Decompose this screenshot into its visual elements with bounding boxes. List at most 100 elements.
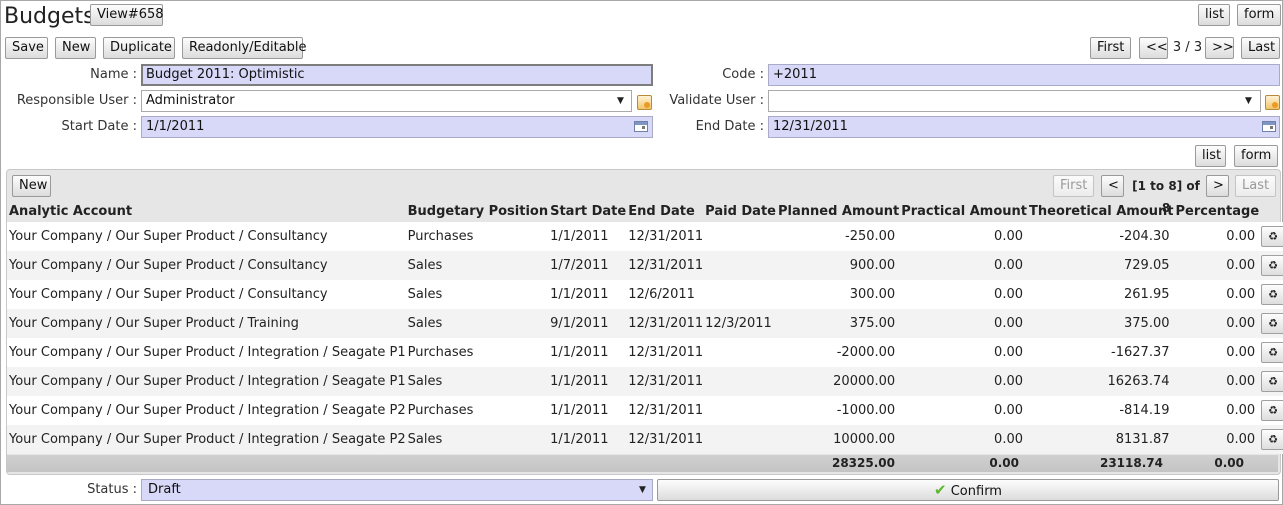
readonly-editable-button[interactable]: Readonly/Editable bbox=[182, 37, 307, 59]
lines-last-button[interactable]: Last bbox=[1235, 175, 1276, 197]
table-row[interactable]: Your Company / Our Super Product / Consu… bbox=[7, 280, 1283, 309]
table-row[interactable]: Your Company / Our Super Product / Consu… bbox=[7, 251, 1283, 280]
responsible-user-select[interactable]: Administrator bbox=[141, 90, 632, 112]
row-action-cell: ♻ bbox=[1259, 396, 1283, 425]
table-row[interactable]: Your Company / Our Super Product / Integ… bbox=[7, 396, 1283, 425]
total-percentage: 0.00 bbox=[1214, 456, 1244, 470]
table-cell: 1/1/2011 bbox=[548, 425, 627, 454]
form-view-button[interactable]: form bbox=[1237, 4, 1281, 26]
table-cell: 900.00 bbox=[776, 251, 900, 280]
table-cell: 261.95 bbox=[1027, 280, 1174, 309]
column-header[interactable]: Theoretical Amount bbox=[1027, 200, 1174, 222]
table-row[interactable]: Your Company / Our Super Product / Train… bbox=[7, 309, 1283, 338]
end-date-field[interactable]: 12/31/2011 bbox=[768, 116, 1280, 138]
table-cell: Sales bbox=[405, 425, 549, 454]
column-header-action bbox=[1259, 200, 1283, 222]
table-cell bbox=[703, 425, 776, 454]
column-header[interactable]: Analytic Account bbox=[7, 200, 406, 222]
table-cell bbox=[703, 338, 776, 367]
status-select[interactable]: Draft bbox=[141, 479, 653, 501]
new-button[interactable]: New bbox=[55, 37, 96, 59]
recycle-icon[interactable]: ♻ bbox=[1261, 342, 1283, 363]
table-row[interactable]: Your Company / Our Super Product / Integ… bbox=[7, 425, 1283, 454]
pager-next-button[interactable]: >> bbox=[1205, 37, 1234, 59]
search-icon[interactable] bbox=[637, 95, 652, 110]
table-cell: 0.00 bbox=[1173, 338, 1260, 367]
table-cell: 0.00 bbox=[899, 396, 1027, 425]
confirm-button[interactable]: ✔ Confirm bbox=[657, 479, 1279, 501]
table-cell: 0.00 bbox=[899, 222, 1027, 251]
table-cell: 0.00 bbox=[1173, 251, 1260, 280]
validate-user-select[interactable] bbox=[768, 90, 1261, 112]
list-view-button[interactable]: list bbox=[1198, 4, 1230, 26]
table-cell: Your Company / Our Super Product / Consu… bbox=[7, 280, 406, 309]
row-action-cell: ♻ bbox=[1259, 338, 1283, 367]
lines-prev-button[interactable]: < bbox=[1101, 175, 1124, 197]
confirm-label: Confirm bbox=[950, 484, 1002, 499]
row-action-cell: ♻ bbox=[1259, 367, 1283, 396]
row-action-cell: ♻ bbox=[1259, 222, 1283, 251]
totals-row: 28325.00 0.00 23118.74 0.00 bbox=[7, 455, 1278, 472]
pager-last-button[interactable]: Last bbox=[1241, 37, 1280, 59]
table-cell: 16263.74 bbox=[1027, 367, 1174, 396]
table-cell: Your Company / Our Super Product / Consu… bbox=[7, 222, 406, 251]
duplicate-button[interactable]: Duplicate bbox=[103, 37, 175, 59]
table-cell: 12/31/2011 bbox=[626, 309, 704, 338]
name-field[interactable]: Budget 2011: Optimistic bbox=[141, 64, 653, 86]
table-cell: 12/31/2011 bbox=[626, 367, 704, 396]
lines-first-button[interactable]: First bbox=[1053, 175, 1094, 197]
table-row[interactable]: Your Company / Our Super Product / Integ… bbox=[7, 338, 1283, 367]
table-cell bbox=[703, 396, 776, 425]
column-header[interactable]: End Date bbox=[626, 200, 703, 222]
table-cell: Your Company / Our Super Product / Integ… bbox=[7, 425, 406, 454]
lines-next-button[interactable]: > bbox=[1206, 175, 1229, 197]
table-cell: 375.00 bbox=[776, 309, 900, 338]
column-header[interactable]: Paid Date bbox=[703, 200, 776, 222]
start-date-field[interactable]: 1/1/2011 bbox=[141, 116, 653, 138]
chevron-down-icon: ▼ bbox=[1245, 96, 1252, 106]
recycle-icon[interactable]: ♻ bbox=[1261, 371, 1283, 392]
table-cell: 300.00 bbox=[776, 280, 900, 309]
recycle-icon[interactable]: ♻ bbox=[1261, 226, 1283, 247]
search-icon[interactable] bbox=[1265, 95, 1280, 110]
lines-new-button[interactable]: New bbox=[12, 175, 51, 197]
table-cell: Your Company / Our Super Product / Integ… bbox=[7, 396, 406, 425]
table-row[interactable]: Your Company / Our Super Product / Consu… bbox=[7, 222, 1283, 251]
lines-list-view-button[interactable]: list bbox=[1195, 145, 1226, 167]
table-cell: 12/31/2011 bbox=[626, 338, 704, 367]
code-label: Code : bbox=[722, 67, 764, 82]
recycle-icon[interactable]: ♻ bbox=[1261, 400, 1283, 421]
lines-form-view-button[interactable]: form bbox=[1234, 145, 1278, 167]
table-cell: 10000.00 bbox=[776, 425, 900, 454]
save-button[interactable]: Save bbox=[5, 37, 48, 59]
pager-prev-button[interactable]: << bbox=[1139, 37, 1168, 59]
table-cell: 0.00 bbox=[899, 251, 1027, 280]
table-cell: 9/1/2011 bbox=[548, 309, 627, 338]
code-field[interactable]: +2011 bbox=[768, 64, 1280, 86]
recycle-icon[interactable]: ♻ bbox=[1261, 429, 1283, 450]
calendar-icon[interactable] bbox=[1262, 121, 1276, 132]
column-header[interactable]: Start Date bbox=[548, 200, 626, 222]
table-cell: 0.00 bbox=[1173, 425, 1260, 454]
total-practical: 0.00 bbox=[989, 456, 1019, 470]
table-row[interactable]: Your Company / Our Super Product / Integ… bbox=[7, 367, 1283, 396]
view-id-button[interactable]: View#658 bbox=[90, 4, 164, 26]
column-header[interactable]: Percentage bbox=[1174, 200, 1260, 222]
recycle-icon[interactable]: ♻ bbox=[1261, 284, 1283, 305]
pager-first-button[interactable]: First bbox=[1090, 37, 1131, 59]
table-cell: 20000.00 bbox=[776, 367, 900, 396]
column-header[interactable]: Practical Amount bbox=[899, 200, 1027, 222]
column-header[interactable]: Planned Amount bbox=[776, 200, 899, 222]
table-cell: 1/1/2011 bbox=[548, 222, 627, 251]
table-cell: 1/7/2011 bbox=[548, 251, 627, 280]
table-cell: 1/1/2011 bbox=[548, 367, 627, 396]
column-header[interactable]: Budgetary Position bbox=[406, 200, 549, 222]
recycle-icon[interactable]: ♻ bbox=[1261, 255, 1283, 276]
table-cell: Sales bbox=[405, 309, 549, 338]
table-cell: Purchases bbox=[405, 338, 549, 367]
recycle-icon[interactable]: ♻ bbox=[1261, 313, 1283, 334]
table-cell: 12/31/2011 bbox=[626, 251, 704, 280]
table-cell: 0.00 bbox=[1173, 280, 1260, 309]
calendar-icon[interactable] bbox=[634, 121, 648, 132]
pager-position: 3 / 3 bbox=[1172, 40, 1203, 55]
